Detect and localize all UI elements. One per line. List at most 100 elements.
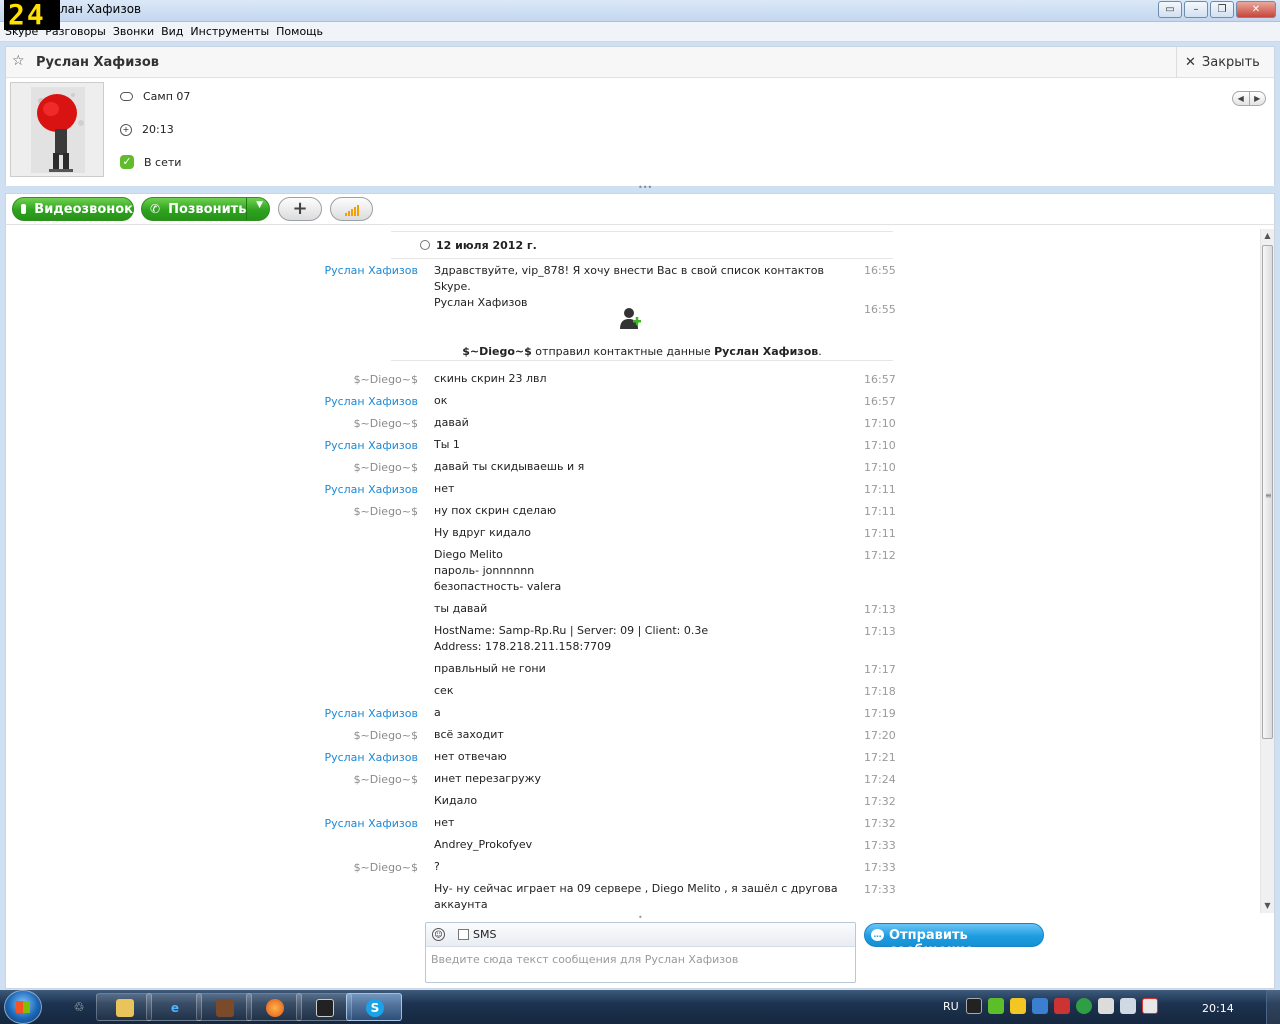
taskbar-firefox[interactable] [246, 993, 302, 1021]
message-time: 17:18 [864, 685, 896, 698]
utility-icon: ♲ [73, 1000, 85, 1014]
scroll-up-arrow-icon[interactable]: ▲ [1261, 229, 1274, 243]
message-sender[interactable]: $~Diego~$ [354, 729, 418, 742]
status-text: В сети [144, 155, 182, 169]
call-label: Позвонить [168, 201, 247, 217]
restore-button[interactable]: ❐ [1210, 1, 1234, 18]
message-time: 17:21 [864, 751, 896, 764]
taskbar-fraps[interactable] [296, 993, 352, 1021]
message-sender[interactable]: Руслан Хафизов [324, 483, 418, 496]
compact-view-button[interactable]: ▭ [1158, 1, 1182, 18]
call-button[interactable]: ✆ Позвонить ▼ [141, 197, 270, 221]
resize-grip[interactable]: • [638, 913, 643, 922]
call-options-dropdown-icon[interactable]: ▼ [256, 200, 263, 210]
close-conversation-button[interactable]: ✕ Закрыть [1176, 47, 1274, 78]
composer-area: • ☺ SMS Введите сюда текст сообщения для… [5, 913, 1275, 989]
message-text: скинь скрин 23 лвл [434, 372, 547, 385]
network-tray-icon[interactable] [1032, 998, 1048, 1014]
message-text: давай [434, 416, 469, 429]
firefox-icon [266, 999, 284, 1017]
shared-contact-name[interactable]: Руслан Хафизов [714, 345, 818, 358]
message-text: нет [434, 816, 455, 829]
date-header: 12 июля 2012 г. [391, 231, 893, 259]
share-text: отправил контактные данные [531, 345, 715, 358]
menu-help[interactable]: Помощь [275, 22, 327, 41]
taskbar-clock[interactable]: 20:14 [1202, 1002, 1234, 1015]
sms-checkbox[interactable] [458, 929, 469, 940]
messenger-tray-icon[interactable] [1010, 998, 1026, 1014]
video-call-button[interactable]: Видеозвонок [12, 197, 134, 221]
message-time: 17:11 [864, 505, 896, 518]
sms-label: SMS [473, 928, 497, 941]
message-text: ок [434, 394, 448, 407]
volume-icon[interactable] [1120, 998, 1136, 1014]
contact-nav-arrows: ◀ ▶ [1232, 91, 1266, 106]
message-sender[interactable]: $~Diego~$ [354, 461, 418, 474]
message-text: нет [434, 482, 455, 495]
mood-row: Самп 07 [120, 90, 190, 103]
local-time-row: + 20:13 [120, 123, 174, 136]
plus-icon: + [292, 198, 308, 219]
add-button[interactable]: + [278, 197, 322, 221]
update-tray-icon[interactable] [1054, 998, 1070, 1014]
message-sender[interactable]: Руслан Хафизов [324, 817, 418, 830]
language-indicator[interactable]: RU [943, 1000, 959, 1013]
message-sender[interactable]: Руслан Хафизов [324, 707, 418, 720]
title-bar: 24 лан Хафизов ▭ – ❐ ✕ [0, 0, 1280, 30]
chat-history[interactable]: 12 июля 2012 г. Руслан Хафизов Здравству… [5, 225, 1275, 913]
emoticon-icon[interactable]: ☺ [432, 928, 445, 941]
call-quality-button[interactable] [330, 197, 373, 221]
message-text: Кидало [434, 794, 478, 807]
chat-bubble-icon: … [871, 929, 884, 941]
chat-scrollbar[interactable]: ▲ ≡ ▼ [1260, 229, 1274, 913]
message-time: 17:11 [864, 483, 896, 496]
message-sender[interactable]: $~Diego~$ [354, 505, 418, 518]
message-text: пароль- jonnnnnn [434, 564, 535, 577]
window-title: лан Хафизов [60, 2, 142, 16]
fraps-icon [316, 999, 334, 1017]
scroll-down-arrow-icon[interactable]: ▼ [1261, 899, 1274, 913]
send-message-button[interactable]: … Отправить сообщение [864, 923, 1044, 958]
folder-icon [116, 999, 134, 1017]
next-arrow-icon[interactable]: ▶ [1250, 92, 1266, 105]
message-sender[interactable]: Руслан Хафизов [324, 751, 418, 764]
menu-calls[interactable]: Звонки [112, 22, 158, 41]
fraps-tray-icon[interactable] [966, 998, 982, 1014]
contact-info-panel: Самп 07 + 20:13 ✓ В сети ◀ ▶ [5, 78, 1275, 186]
message-input[interactable]: Введите сюда текст сообщения для Руслан … [426, 947, 855, 966]
message-text: правльный не гони [434, 662, 546, 675]
taskbar-explorer[interactable] [96, 993, 152, 1021]
online-status-icon: ✓ [120, 155, 134, 169]
antivirus-tray-icon[interactable] [1076, 998, 1092, 1014]
previous-arrow-icon[interactable]: ◀ [1233, 92, 1250, 105]
scroll-thumb[interactable]: ≡ [1262, 245, 1273, 739]
message-time: 17:33 [864, 861, 896, 874]
device-tray-icon[interactable] [1098, 998, 1114, 1014]
taskbar-game[interactable] [196, 993, 252, 1021]
skype-status-tray-icon[interactable] [988, 998, 1004, 1014]
message-sender[interactable]: Руслан Хафизов [324, 264, 418, 277]
message-sender[interactable]: $~Diego~$ [354, 773, 418, 786]
add-contact-icon[interactable] [620, 307, 642, 331]
taskbar-internet-explorer[interactable]: e [146, 993, 202, 1021]
message-sender[interactable]: $~Diego~$ [354, 373, 418, 386]
message-sender[interactable]: Руслан Хафизов [324, 395, 418, 408]
message-sender[interactable]: Руслан Хафизов [324, 439, 418, 452]
close-window-button[interactable]: ✕ [1236, 1, 1276, 18]
menu-tools[interactable]: Инструменты [189, 22, 273, 41]
taskbar-skype[interactable]: S [346, 993, 402, 1021]
menu-view[interactable]: Вид [160, 22, 187, 41]
message-time: 17:10 [864, 439, 896, 452]
favorite-star-icon[interactable]: ☆ [12, 53, 25, 69]
message-text: безопастность- valera [434, 580, 562, 593]
windows-taskbar: ♲ e S RU 20:14 [0, 990, 1280, 1024]
message-sender[interactable]: $~Diego~$ [354, 861, 418, 874]
contact-header: ☆ Руслан Хафизов ✕ Закрыть [5, 46, 1275, 78]
panel-splitter-handle[interactable]: ••• [638, 184, 652, 192]
show-desktop-button[interactable] [1266, 990, 1280, 1024]
minimize-button[interactable]: – [1184, 1, 1208, 18]
message-sender[interactable]: $~Diego~$ [354, 417, 418, 430]
start-button[interactable] [4, 990, 42, 1024]
avatar[interactable] [10, 82, 104, 177]
action-center-icon[interactable] [1142, 998, 1158, 1014]
